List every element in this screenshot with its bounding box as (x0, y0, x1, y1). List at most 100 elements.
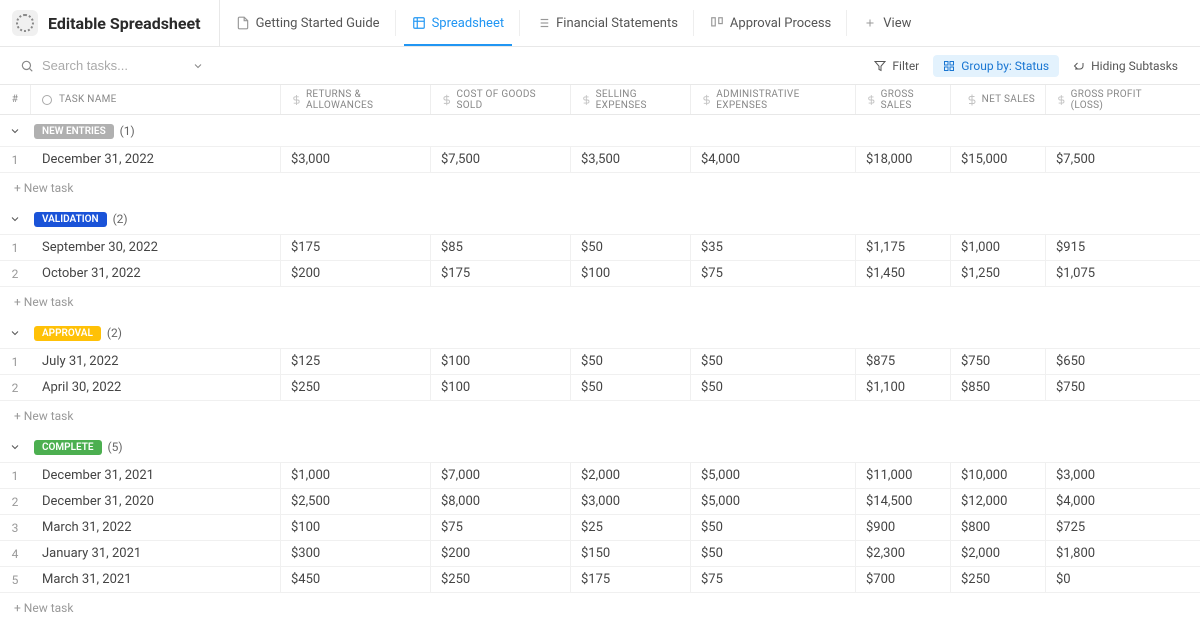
task-name[interactable]: September 30, 2022 (30, 235, 280, 260)
cell-net-sales[interactable]: $10,000 (950, 463, 1045, 488)
col-cogs[interactable]: COST OF GOODS SOLD (430, 85, 570, 114)
cell-returns[interactable]: $3,000 (280, 147, 430, 172)
cell-gross-sales[interactable]: $18,000 (855, 147, 950, 172)
task-name[interactable]: March 31, 2022 (30, 515, 280, 540)
cell-cogs[interactable]: $7,500 (430, 147, 570, 172)
cell-net-sales[interactable]: $15,000 (950, 147, 1045, 172)
task-name[interactable]: April 30, 2022 (30, 375, 280, 400)
col-net-sales[interactable]: NET SALES (950, 85, 1045, 114)
chevron-down-icon[interactable] (6, 324, 24, 342)
task-name[interactable]: December 31, 2022 (30, 147, 280, 172)
cell-admin[interactable]: $5,000 (690, 463, 855, 488)
table-row[interactable]: 1July 31, 2022$125$100$50$50$875$750$650 (0, 348, 1200, 375)
cell-returns[interactable]: $2,500 (280, 489, 430, 514)
status-badge[interactable]: COMPLETE (34, 440, 102, 455)
cell-cogs[interactable]: $250 (430, 567, 570, 592)
cell-selling[interactable]: $25 (570, 515, 690, 540)
cell-net-sales[interactable]: $250 (950, 567, 1045, 592)
col-task[interactable]: TASK NAME (30, 85, 280, 114)
cell-returns[interactable]: $250 (280, 375, 430, 400)
cell-cogs[interactable]: $75 (430, 515, 570, 540)
cell-selling[interactable]: $3,000 (570, 489, 690, 514)
cell-selling[interactable]: $50 (570, 349, 690, 374)
status-badge[interactable]: NEW ENTRIES (34, 124, 114, 139)
cell-gross-sales[interactable]: $900 (855, 515, 950, 540)
cell-net-sales[interactable]: $1,000 (950, 235, 1045, 260)
cell-net-sales[interactable]: $800 (950, 515, 1045, 540)
cell-returns[interactable]: $200 (280, 261, 430, 286)
tab-getting-started[interactable]: Getting Started Guide (220, 0, 396, 46)
cell-admin[interactable]: $5,000 (690, 489, 855, 514)
cell-net-sales[interactable]: $2,000 (950, 541, 1045, 566)
cell-admin[interactable]: $50 (690, 375, 855, 400)
table-row[interactable]: 1September 30, 2022$175$85$50$35$1,175$1… (0, 234, 1200, 261)
cell-gross-profit[interactable]: $915 (1045, 235, 1175, 260)
cell-gross-sales[interactable]: $1,450 (855, 261, 950, 286)
filter-button[interactable]: Filter (864, 55, 929, 77)
search[interactable] (12, 54, 212, 77)
new-task-button[interactable]: + New task (0, 401, 1200, 431)
table-row[interactable]: 1December 31, 2021$1,000$7,000$2,000$5,0… (0, 462, 1200, 489)
cell-selling[interactable]: $2,000 (570, 463, 690, 488)
cell-admin[interactable]: $75 (690, 261, 855, 286)
group-by-button[interactable]: Group by: Status (933, 55, 1059, 77)
table-row[interactable]: 3March 31, 2022$100$75$25$50$900$800$725 (0, 514, 1200, 541)
new-task-button[interactable]: + New task (0, 287, 1200, 317)
cell-net-sales[interactable]: $750 (950, 349, 1045, 374)
cell-cogs[interactable]: $100 (430, 375, 570, 400)
chevron-down-icon[interactable] (6, 122, 24, 140)
cell-selling[interactable]: $175 (570, 567, 690, 592)
cell-cogs[interactable]: $200 (430, 541, 570, 566)
chevron-down-icon[interactable] (6, 210, 24, 228)
status-badge[interactable]: VALIDATION (34, 212, 107, 227)
cell-selling[interactable]: $150 (570, 541, 690, 566)
col-selling[interactable]: SELLING EXPENSES (570, 85, 690, 114)
cell-admin[interactable]: $50 (690, 515, 855, 540)
task-name[interactable]: March 31, 2021 (30, 567, 280, 592)
cell-returns[interactable]: $300 (280, 541, 430, 566)
hiding-button[interactable]: Hiding Subtasks (1063, 55, 1188, 77)
cell-gross-profit[interactable]: $1,075 (1045, 261, 1175, 286)
group-header[interactable]: NEW ENTRIES(1) (0, 115, 1200, 147)
cell-gross-sales[interactable]: $14,500 (855, 489, 950, 514)
cell-returns[interactable]: $100 (280, 515, 430, 540)
group-header[interactable]: APPROVAL(2) (0, 317, 1200, 349)
task-name[interactable]: December 31, 2021 (30, 463, 280, 488)
cell-gross-sales[interactable]: $1,100 (855, 375, 950, 400)
cell-admin[interactable]: $50 (690, 349, 855, 374)
cell-net-sales[interactable]: $12,000 (950, 489, 1045, 514)
table-row[interactable]: 1December 31, 2022$3,000$7,500$3,500$4,0… (0, 146, 1200, 173)
new-task-button[interactable]: + New task (0, 593, 1200, 623)
cell-returns[interactable]: $450 (280, 567, 430, 592)
cell-gross-profit[interactable]: $650 (1045, 349, 1175, 374)
cell-gross-sales[interactable]: $1,175 (855, 235, 950, 260)
cell-admin[interactable]: $50 (690, 541, 855, 566)
cell-returns[interactable]: $1,000 (280, 463, 430, 488)
chevron-down-icon[interactable] (192, 60, 204, 72)
cell-cogs[interactable]: $85 (430, 235, 570, 260)
task-name[interactable]: January 31, 2021 (30, 541, 280, 566)
table-row[interactable]: 5March 31, 2021$450$250$175$75$700$250$0 (0, 566, 1200, 593)
cell-selling[interactable]: $100 (570, 261, 690, 286)
cell-admin[interactable]: $75 (690, 567, 855, 592)
new-task-button[interactable]: + New task (0, 173, 1200, 203)
task-name[interactable]: July 31, 2022 (30, 349, 280, 374)
cell-gross-profit[interactable]: $725 (1045, 515, 1175, 540)
group-header[interactable]: COMPLETE(5) (0, 431, 1200, 463)
col-admin[interactable]: ADMINISTRATIVE EXPENSES (690, 85, 855, 114)
table-row[interactable]: 2October 31, 2022$200$175$100$75$1,450$1… (0, 260, 1200, 287)
cell-gross-sales[interactable]: $700 (855, 567, 950, 592)
task-name[interactable]: December 31, 2020 (30, 489, 280, 514)
cell-gross-profit[interactable]: $750 (1045, 375, 1175, 400)
cell-cogs[interactable]: $175 (430, 261, 570, 286)
tab-financial[interactable]: Financial Statements (520, 0, 694, 46)
cell-net-sales[interactable]: $1,250 (950, 261, 1045, 286)
cell-selling[interactable]: $50 (570, 375, 690, 400)
col-gross-profit[interactable]: GROSS PROFIT (LOSS) (1045, 85, 1175, 114)
col-returns[interactable]: RETURNS & ALLOWANCES (280, 85, 430, 114)
status-badge[interactable]: APPROVAL (34, 326, 101, 341)
tab-spreadsheet[interactable]: Spreadsheet (396, 0, 521, 46)
cell-returns[interactable]: $175 (280, 235, 430, 260)
tab-add-view[interactable]: View (847, 0, 927, 46)
cell-admin[interactable]: $35 (690, 235, 855, 260)
